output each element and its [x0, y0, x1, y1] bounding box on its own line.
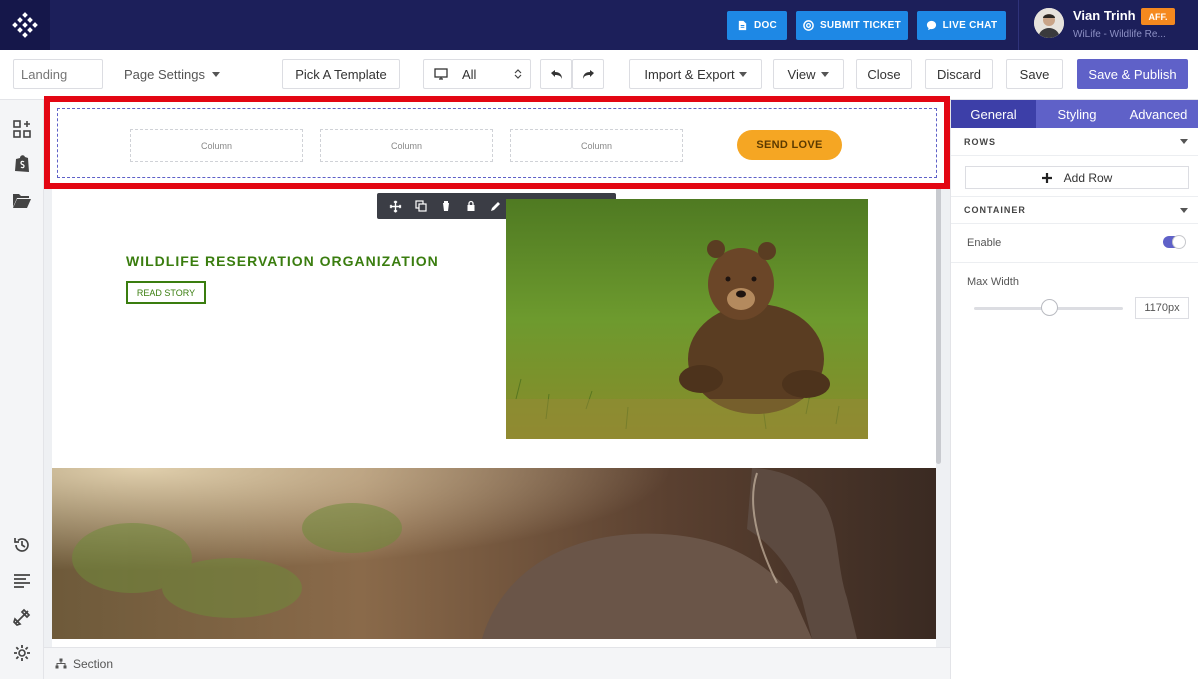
- tab-advanced[interactable]: Advanced: [1118, 100, 1198, 128]
- max-width-input[interactable]: 1170px: [1135, 297, 1189, 319]
- header-row-container[interactable]: Column Column Column SEND LOVE: [57, 108, 937, 178]
- avatar-icon: [1034, 8, 1064, 38]
- delete-icon[interactable]: [439, 199, 453, 213]
- add-row-label: Add Row: [1063, 170, 1113, 185]
- editor-toolbar: Page Settings Pick A Template All Import…: [0, 50, 1198, 100]
- history-icon[interactable]: [11, 534, 33, 556]
- pick-template-button[interactable]: Pick A Template: [282, 59, 400, 89]
- max-width-slider-handle[interactable]: [1041, 299, 1059, 316]
- settings-tabs: General Styling Advanced: [951, 100, 1198, 128]
- logo-icon: [12, 12, 38, 38]
- organization-heading[interactable]: WILDLIFE RESERVATION ORGANIZATION: [126, 253, 439, 269]
- submit-ticket-label: SUBMIT TICKET: [819, 20, 902, 31]
- document-icon: [738, 20, 747, 31]
- live-chat-label: LIVE CHAT: [942, 20, 998, 31]
- doc-label: DOC: [753, 20, 778, 31]
- plus-icon: [1041, 172, 1052, 183]
- save-button[interactable]: Save: [1006, 59, 1063, 89]
- lifebuoy-icon: [803, 20, 814, 31]
- selected-header-section[interactable]: Column Column Column SEND LOVE: [44, 96, 950, 189]
- status-bar: Section: [44, 647, 950, 679]
- page-settings-label: Page Settings: [124, 66, 205, 82]
- rows-section-header[interactable]: ROWS: [951, 128, 1198, 156]
- divider: [951, 262, 1198, 263]
- view-label: View: [787, 66, 816, 82]
- undo-icon: [550, 69, 562, 79]
- close-label: Close: [867, 66, 901, 82]
- read-story-button[interactable]: READ STORY: [126, 281, 206, 304]
- app-logo[interactable]: [0, 0, 50, 50]
- container-section-header[interactable]: CONTAINER: [951, 196, 1198, 224]
- affiliate-badge: AFF.: [1141, 8, 1175, 25]
- close-button[interactable]: Close: [856, 59, 912, 89]
- outline-icon[interactable]: [11, 570, 33, 592]
- device-select[interactable]: All: [423, 59, 531, 89]
- enable-label: Enable: [967, 237, 1002, 249]
- discard-button[interactable]: Discard: [925, 59, 993, 89]
- folder-icon[interactable]: [11, 189, 33, 211]
- tab-styling[interactable]: Styling: [1036, 100, 1118, 128]
- pick-template-label: Pick A Template: [295, 66, 387, 82]
- enable-toggle[interactable]: [1163, 235, 1186, 249]
- left-sidebar: [0, 100, 44, 679]
- view-dropdown[interactable]: View: [773, 59, 844, 89]
- avatar[interactable]: [1034, 8, 1064, 38]
- edit-icon[interactable]: [489, 199, 503, 213]
- page-settings-dropdown[interactable]: Page Settings: [113, 59, 231, 89]
- add-element-icon[interactable]: [11, 118, 33, 140]
- redo-button[interactable]: [572, 59, 604, 89]
- send-love-button[interactable]: SEND LOVE: [737, 130, 842, 160]
- column-placeholder[interactable]: Column: [130, 129, 303, 162]
- import-export-label: Import & Export: [644, 66, 735, 82]
- desktop-icon: [434, 68, 448, 80]
- duplicate-icon[interactable]: [414, 199, 428, 213]
- site-name[interactable]: WiLife - Wildlife Re...: [1073, 29, 1166, 40]
- column-placeholder[interactable]: Column: [320, 129, 493, 162]
- bear-image[interactable]: [506, 199, 868, 439]
- shopify-icon[interactable]: [11, 153, 33, 175]
- hierarchy-icon: [55, 658, 67, 669]
- save-publish-label: Save & Publish: [1088, 66, 1177, 82]
- column-placeholder[interactable]: Column: [510, 129, 683, 162]
- select-arrows-icon: [514, 69, 522, 79]
- import-export-dropdown[interactable]: Import & Export: [629, 59, 762, 89]
- user-name[interactable]: Vian Trinh: [1073, 8, 1136, 23]
- page-name-input[interactable]: [14, 66, 102, 82]
- settings-panel: General Styling Advanced ROWS Add Row CO…: [950, 100, 1198, 679]
- page-name-field[interactable]: [13, 59, 103, 89]
- undo-button[interactable]: [540, 59, 572, 89]
- tab-general[interactable]: General: [951, 100, 1036, 128]
- redo-icon: [582, 69, 594, 79]
- chevron-down-icon: [738, 71, 747, 77]
- rows-heading: ROWS: [964, 136, 996, 147]
- gear-icon[interactable]: [11, 642, 33, 664]
- device-label: All: [462, 66, 477, 82]
- add-row-button[interactable]: Add Row: [965, 166, 1189, 189]
- topbar-divider: [1018, 0, 1019, 50]
- move-icon[interactable]: [389, 199, 403, 213]
- lock-icon[interactable]: [464, 199, 478, 213]
- top-bar: DOC SUBMIT TICKET LIVE CHAT Vian Trinh A…: [0, 0, 1198, 50]
- container-heading: CONTAINER: [964, 205, 1026, 215]
- doc-button[interactable]: DOC: [727, 11, 787, 40]
- chat-icon: [926, 20, 936, 31]
- chevron-down-icon: [821, 71, 830, 77]
- breadcrumb[interactable]: Section: [73, 657, 113, 671]
- discard-label: Discard: [936, 66, 982, 82]
- submit-ticket-button[interactable]: SUBMIT TICKET: [796, 11, 908, 40]
- save-publish-button[interactable]: Save & Publish: [1077, 59, 1188, 89]
- elephant-banner-image[interactable]: [52, 468, 936, 639]
- chevron-down-icon: [1180, 208, 1188, 213]
- chevron-down-icon: [211, 71, 220, 77]
- save-label: Save: [1019, 66, 1050, 82]
- max-width-label: Max Width: [967, 276, 1019, 288]
- tools-icon[interactable]: [11, 606, 33, 628]
- live-chat-button[interactable]: LIVE CHAT: [917, 11, 1006, 40]
- chevron-down-icon: [1180, 139, 1188, 144]
